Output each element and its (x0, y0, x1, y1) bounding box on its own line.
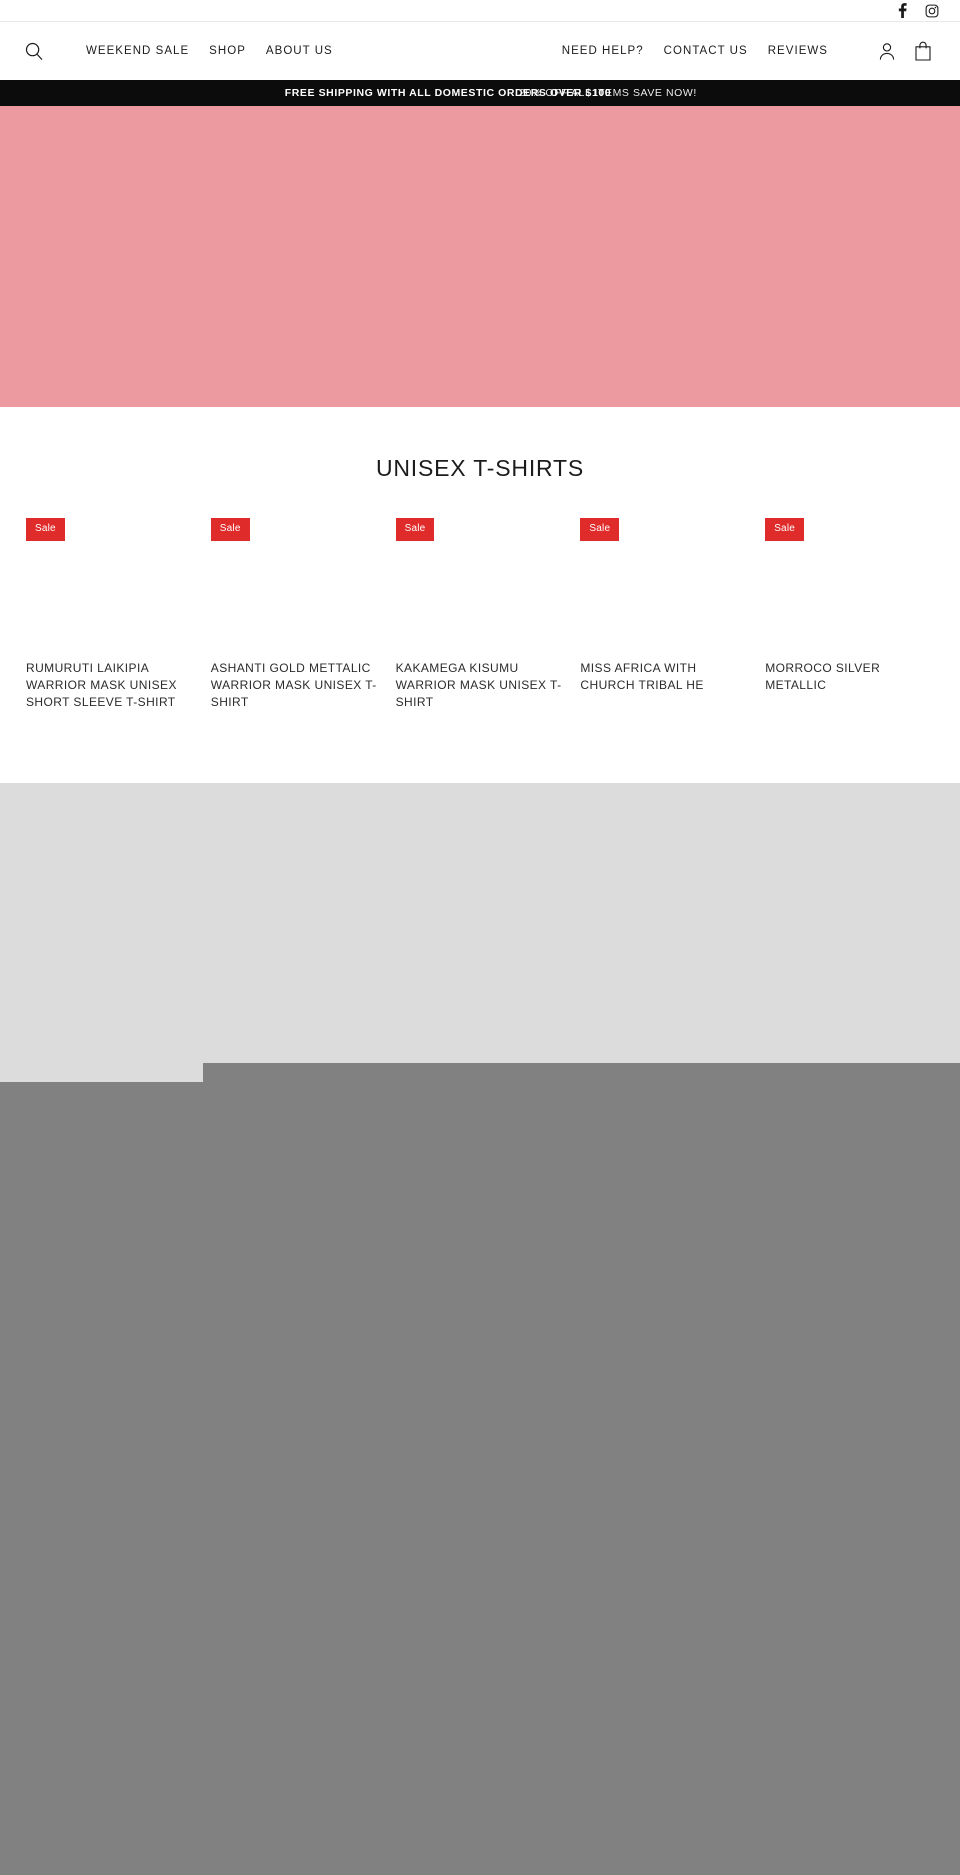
badge-row: Sale (18, 518, 203, 550)
nav-link-need-help[interactable]: NEED HELP? (552, 39, 654, 63)
product-title[interactable]: MORROCO SILVER METALLIC (757, 660, 942, 694)
product-card[interactable]: Sale MISS AFRICA WITH CHURCH TRIBAL HE (572, 518, 758, 711)
nav-link-weekend-sale[interactable]: WEEKEND SALE (76, 39, 199, 63)
product-grid: Sale RUMURUTI LAIKIPIA WARRIOR MASK UNIS… (0, 518, 960, 711)
badge-row: Sale (203, 518, 388, 550)
cart-icon[interactable] (910, 38, 936, 64)
facebook-icon[interactable] (894, 3, 910, 19)
announcement-secondary-text: 20% OFF ALL ITEMS SAVE NOW! (519, 87, 697, 99)
collection-section: UNISEX T-SHIRTS Sale RUMURUTI LAIKIPIA W… (0, 407, 960, 712)
social-links (894, 3, 946, 19)
top-social-bar (0, 0, 960, 22)
product-image[interactable] (202, 550, 388, 660)
content-placeholder-gray (203, 1063, 960, 1875)
header-icon-group (874, 38, 936, 64)
announcement-bar[interactable]: FREE SHIPPING WITH ALL DOMESTIC ORDERS O… (0, 80, 960, 106)
content-placeholder-light-step (0, 1063, 203, 1082)
product-image[interactable] (757, 550, 942, 660)
product-image[interactable] (572, 550, 758, 660)
hero-banner[interactable] (0, 106, 960, 407)
account-icon[interactable] (874, 38, 900, 64)
status-badge: Sale (765, 518, 805, 541)
status-badge: Sale (580, 518, 620, 541)
product-card[interactable]: Sale KAKAMEGA KISUMU WARRIOR MASK UNISEX… (387, 518, 573, 711)
product-image[interactable] (387, 550, 573, 660)
primary-nav-right: NEED HELP? CONTACT US REVIEWS (552, 38, 936, 64)
nav-link-reviews[interactable]: REVIEWS (758, 39, 838, 63)
product-card[interactable]: Sale RUMURUTI LAIKIPIA WARRIOR MASK UNIS… (18, 518, 203, 711)
product-title[interactable]: ASHANTI GOLD METTALIC WARRIOR MASK UNISE… (203, 660, 388, 711)
status-badge: Sale (210, 518, 250, 541)
product-image[interactable] (18, 550, 203, 660)
instagram-icon[interactable] (924, 3, 940, 19)
product-card[interactable]: Sale MORROCO SILVER METALLIC (757, 518, 942, 711)
status-badge: Sale (395, 518, 435, 541)
product-title[interactable]: KAKAMEGA KISUMU WARRIOR MASK UNISEX T-SH… (388, 660, 573, 711)
product-title[interactable]: MISS AFRICA WITH CHURCH TRIBAL HE (572, 660, 757, 694)
page-title: UNISEX T-SHIRTS (375, 455, 585, 481)
nav-link-shop[interactable]: SHOP (199, 39, 256, 63)
nav-link-about-us[interactable]: ABOUT US (256, 39, 343, 63)
badge-row: Sale (388, 518, 573, 550)
content-placeholder-light (0, 783, 960, 1063)
search-icon[interactable] (22, 39, 46, 63)
site-header: WEEKEND SALE SHOP ABOUT US NEED HELP? CO… (0, 22, 960, 80)
primary-nav-left: WEEKEND SALE SHOP ABOUT US (76, 39, 343, 63)
badge-row: Sale (757, 518, 942, 550)
product-title[interactable]: RUMURUTI LAIKIPIA WARRIOR MASK UNISEX SH… (18, 660, 203, 711)
badge-row: Sale (572, 518, 757, 550)
nav-link-contact-us[interactable]: CONTACT US (654, 39, 758, 63)
content-placeholder-gray-lower (0, 1082, 203, 1875)
status-badge: Sale (26, 518, 65, 541)
product-card[interactable]: Sale ASHANTI GOLD METTALIC WARRIOR MASK … (202, 518, 388, 711)
